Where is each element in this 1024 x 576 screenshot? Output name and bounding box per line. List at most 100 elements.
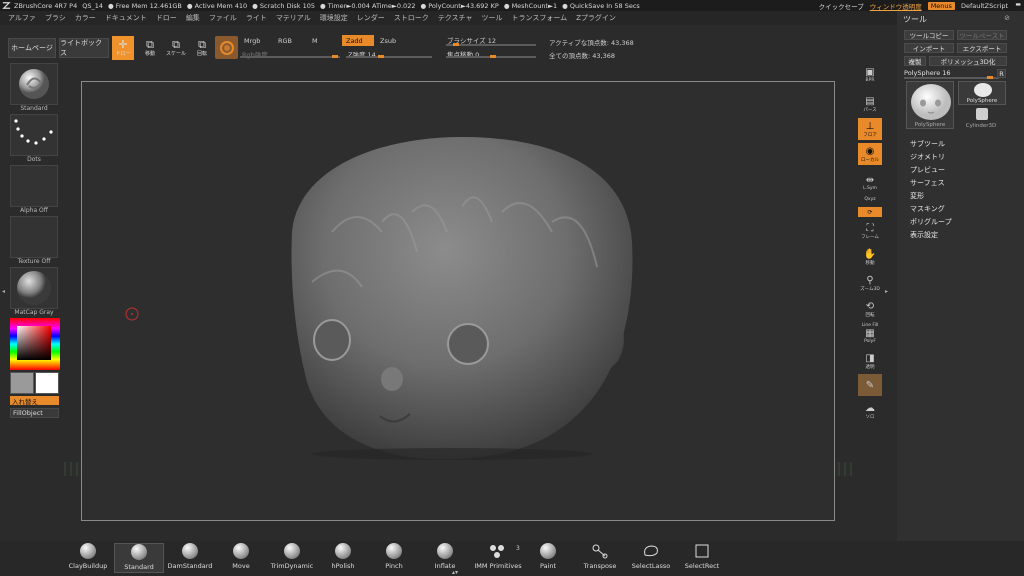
menu-edit[interactable]: 編集 — [186, 13, 200, 23]
mrgb-button[interactable]: Mrgb — [240, 35, 264, 46]
selectrect-brush[interactable]: SelectRect — [677, 543, 727, 573]
cylinder-tool-thumbnail[interactable]: Cylinder3D — [958, 107, 1006, 129]
main-color-swatch[interactable] — [10, 372, 34, 394]
m-button[interactable]: M — [308, 35, 322, 46]
secondary-color-swatch[interactable] — [35, 372, 59, 394]
polysphere-tool-thumbnail[interactable]: PolySphere — [958, 81, 1006, 105]
rgb-intensity-knob[interactable] — [332, 55, 338, 58]
selectlasso-brush[interactable]: SelectLasso — [626, 543, 676, 573]
menu-document[interactable]: ドキュメント — [105, 13, 147, 23]
stroke-thumbnail[interactable] — [10, 114, 58, 156]
solo-button[interactable]: ☁ ソロ — [858, 400, 882, 422]
ghost-button[interactable]: ✎ — [858, 374, 882, 396]
menu-tool[interactable]: ツール — [481, 13, 502, 23]
texture-thumbnail[interactable] — [10, 216, 58, 258]
active-tool-thumbnail[interactable]: PolySphere — [906, 81, 954, 129]
surface-section[interactable]: サーフェス — [910, 178, 945, 188]
move-mode-button[interactable]: ⧉ 移動 — [139, 36, 161, 60]
swap-colors-button[interactable]: 入れ替え — [10, 396, 59, 406]
damstandard-brush[interactable]: DamStandard — [165, 543, 215, 573]
r-badge[interactable]: R — [997, 69, 1006, 78]
brush-thumbnail[interactable] — [10, 63, 58, 105]
preview-section[interactable]: プレビュー — [910, 165, 945, 175]
lightbox-button[interactable]: ライトボックス — [59, 38, 109, 58]
tool-slider[interactable] — [904, 77, 999, 79]
export-button[interactable]: エクスポート — [957, 43, 1007, 53]
fill-object-button[interactable]: FillObject — [10, 408, 59, 418]
xyz-button[interactable]: Qxyz — [858, 192, 882, 206]
z-intensity-slider[interactable] — [346, 56, 432, 58]
menu-render[interactable]: レンダー — [357, 13, 385, 23]
menu-color[interactable]: カラー — [75, 13, 96, 23]
lsym-button[interactable]: ⇹ L.Sym — [858, 172, 882, 194]
saturation-value-square[interactable] — [17, 326, 51, 360]
material-thumbnail[interactable] — [10, 267, 58, 309]
menu-draw[interactable]: ドロー — [156, 13, 177, 23]
rotate-view-button[interactable]: ⟲ 回転 — [858, 298, 882, 320]
paint-brush[interactable]: Paint — [523, 543, 573, 573]
quicksave-button[interactable]: クイックセーブ — [819, 1, 864, 11]
bottom-tray-arrow-icon[interactable]: ▴▾ — [452, 569, 458, 576]
transpose-brush[interactable]: Transpose — [575, 543, 625, 573]
import-button[interactable]: インポート — [904, 43, 954, 53]
bpr-button[interactable]: ▣ BPR — [858, 64, 882, 86]
deformation-section[interactable]: 変形 — [910, 191, 924, 201]
zsub-button[interactable]: Zsub — [376, 35, 400, 46]
zadd-button[interactable]: Zadd — [342, 35, 374, 46]
hpolish-brush[interactable]: hPolish — [318, 543, 368, 573]
head-model[interactable] — [82, 82, 836, 522]
rotate-mode-button[interactable]: ⧉ 回転 — [191, 36, 213, 60]
left-tray-arrow-icon[interactable]: ◂ — [2, 288, 5, 295]
tool-paste-button[interactable]: ツールペースト — [957, 30, 1007, 40]
brush-size-slider[interactable] — [446, 44, 536, 46]
rgb-button[interactable]: RGB — [274, 35, 296, 46]
menu-transform[interactable]: トランスフォーム — [511, 13, 567, 23]
minimize-icon[interactable]: ▬ — [1015, 1, 1021, 8]
rgb-intensity-slider[interactable] — [240, 56, 340, 58]
menus-button[interactable]: Menus — [927, 2, 955, 10]
default-zscript-button[interactable]: DefaultZScript — [961, 2, 1008, 10]
menu-material[interactable]: マテリアル — [276, 13, 311, 23]
focal-shift-knob[interactable] — [490, 55, 496, 58]
trimdynamic-brush[interactable]: TrimDynamic — [267, 543, 317, 573]
claybuildup-brush[interactable]: ClayBuildup — [63, 543, 113, 573]
home-page-button[interactable]: ホームページ — [8, 38, 56, 58]
menu-brush[interactable]: ブラシ — [45, 13, 66, 23]
scale-mode-button[interactable]: ⧉ スケール — [165, 36, 187, 60]
menu-stroke[interactable]: ストローク — [394, 13, 429, 23]
zoom3d-button[interactable]: ⚲ ズーム3D — [858, 272, 882, 294]
move-brush[interactable]: Move — [216, 543, 266, 573]
masking-section[interactable]: マスキング — [910, 204, 945, 214]
alpha-thumbnail[interactable] — [10, 165, 58, 207]
menu-light[interactable]: ライト — [246, 13, 267, 23]
document-canvas[interactable] — [81, 81, 835, 521]
inflate-brush[interactable]: Inflate — [420, 543, 470, 573]
rotate-axis-button[interactable]: ⟳ — [858, 207, 882, 217]
panel-close-icon[interactable]: ⊘ — [1004, 14, 1010, 22]
display-properties-section[interactable]: 表示設定 — [910, 230, 938, 240]
pinch-brush[interactable]: Pinch — [369, 543, 419, 573]
move-view-button[interactable]: ✋ 移動 — [858, 246, 882, 268]
standard-brush[interactable]: Standard — [114, 543, 164, 573]
menu-texture[interactable]: テクスチャ — [438, 13, 473, 23]
menu-alpha[interactable]: アルファ — [8, 13, 36, 23]
transparency-button[interactable]: ◨ 透明 — [858, 350, 882, 372]
tool-slider-knob[interactable] — [987, 76, 993, 79]
z-intensity-knob[interactable] — [378, 55, 384, 58]
menu-file[interactable]: ファイル — [209, 13, 237, 23]
window-transparency-button[interactable]: ウィンドウ透明度 — [870, 1, 922, 11]
geometry-section[interactable]: ジオメトリ — [910, 152, 945, 162]
linefill-button[interactable]: Line Fill ▦ PolyF — [858, 320, 882, 346]
edit-mode-button[interactable] — [215, 36, 238, 59]
menu-zplugin[interactable]: Zプラグイン — [576, 13, 616, 23]
brush-size-knob[interactable] — [453, 43, 459, 46]
floor-button[interactable]: ⊥ フロア — [858, 118, 882, 140]
menu-preferences[interactable]: 環境設定 — [320, 13, 348, 23]
make-polymesh-button[interactable]: ポリメッシュ3D化 — [929, 56, 1007, 66]
right-tray-arrow-icon[interactable]: ▸ — [885, 288, 888, 295]
local-button[interactable]: ◉ ローカル — [858, 143, 882, 165]
frame-button[interactable]: ⛶ フレーム — [858, 220, 882, 242]
perspective-button[interactable]: ▤ パース — [858, 93, 882, 115]
tool-copy-button[interactable]: ツールコピー — [904, 30, 954, 40]
polygroups-section[interactable]: ポリグループ — [910, 217, 952, 227]
